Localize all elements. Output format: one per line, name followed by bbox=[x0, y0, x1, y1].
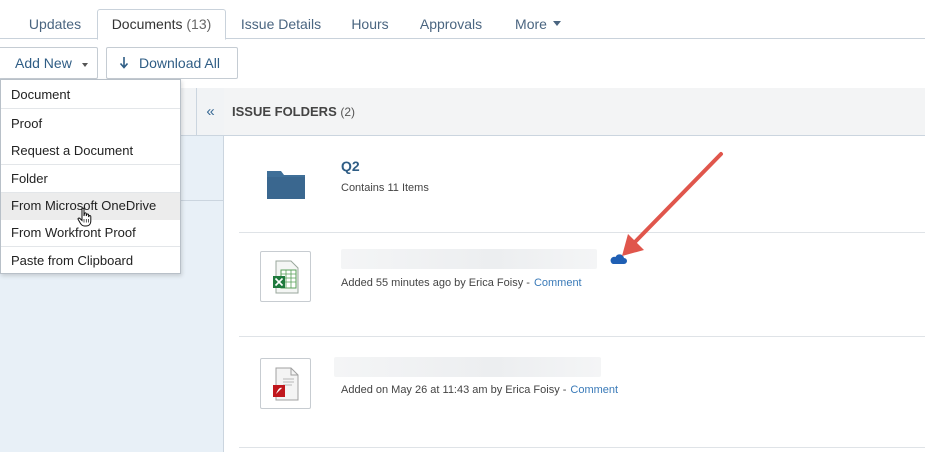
annotation-arrow-icon bbox=[622, 152, 723, 256]
